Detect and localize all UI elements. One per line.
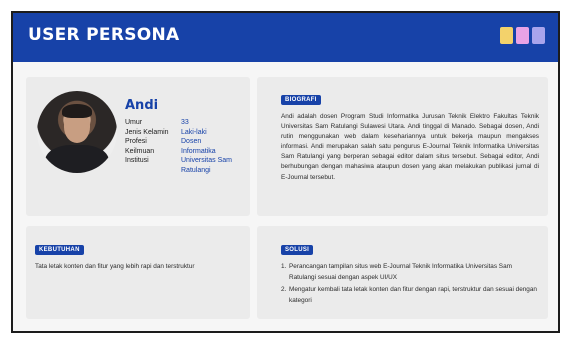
color-swatches bbox=[500, 27, 545, 44]
persona-name: Andi bbox=[125, 98, 159, 113]
solution-list: 1. Perancangan tampilan situs web E-Jour… bbox=[281, 262, 539, 306]
solution-badge: SOLUSI bbox=[281, 245, 314, 255]
attribute-label: Umur bbox=[125, 119, 143, 126]
list-number: 2. bbox=[281, 286, 287, 294]
attribute-label: Keilmuan bbox=[125, 147, 155, 155]
biography-badge: BIOGRAFI bbox=[281, 95, 321, 105]
attribute-label: Jenis Kelamin bbox=[125, 128, 169, 136]
profile-card: Andi Umur 33 Jenis Kelamin Laki-laki Pro… bbox=[26, 77, 250, 216]
attribute-value: 33 bbox=[181, 119, 189, 126]
attribute-row: Umur 33 bbox=[125, 118, 251, 128]
attribute-list: Umur 33 Jenis Kelamin Laki-laki Profesi … bbox=[125, 118, 251, 175]
list-number: 1. bbox=[281, 263, 287, 270]
header-bar: USER PERSONA bbox=[13, 13, 558, 62]
attribute-value: Universitas Sam Ratulangi bbox=[181, 157, 232, 174]
swatch-pink bbox=[516, 27, 529, 44]
attribute-row: Keilmuan Informatika bbox=[125, 147, 251, 157]
page-title: USER PERSONA bbox=[28, 25, 180, 45]
attribute-value: Informatika bbox=[181, 147, 216, 155]
swatch-lavender bbox=[532, 27, 545, 44]
attribute-value: Dosen bbox=[181, 138, 202, 145]
attribute-label: Institusi bbox=[125, 157, 149, 164]
avatar-hair bbox=[62, 104, 92, 118]
avatar-body bbox=[45, 145, 109, 173]
needs-text: Tata letak konten dan fitur yang lebih r… bbox=[35, 263, 195, 270]
solution-card: SOLUSI 1. Perancangan tampilan situs web… bbox=[257, 226, 548, 319]
needs-badge: KEBUTUHAN bbox=[35, 245, 84, 255]
swatch-yellow bbox=[500, 27, 513, 44]
attribute-row: Institusi Universitas Sam Ratulangi bbox=[125, 156, 251, 175]
attribute-row: Jenis Kelamin Laki-laki bbox=[125, 128, 251, 138]
list-text: Perancangan tampilan situs web E-Journal… bbox=[289, 263, 512, 281]
persona-frame: USER PERSONA Andi Umur 33 Jenis Kelamin … bbox=[11, 11, 560, 333]
list-text: Mengatur kembali tata letak konten dan f… bbox=[289, 286, 537, 304]
attribute-row: Profesi Dosen bbox=[125, 137, 251, 147]
attribute-value: Laki-laki bbox=[181, 128, 207, 136]
avatar bbox=[37, 91, 117, 173]
list-item: 2. Mengatur kembali tata letak konten da… bbox=[281, 285, 539, 306]
biography-card: BIOGRAFI Andi adalah dosen Program Studi… bbox=[257, 77, 548, 216]
attribute-label: Profesi bbox=[125, 138, 147, 145]
list-item: 1. Perancangan tampilan situs web E-Jour… bbox=[281, 262, 539, 283]
needs-card: KEBUTUHAN Tata letak konten dan fitur ya… bbox=[26, 226, 250, 319]
biography-text: Andi adalah dosen Program Studi Informat… bbox=[281, 113, 539, 181]
